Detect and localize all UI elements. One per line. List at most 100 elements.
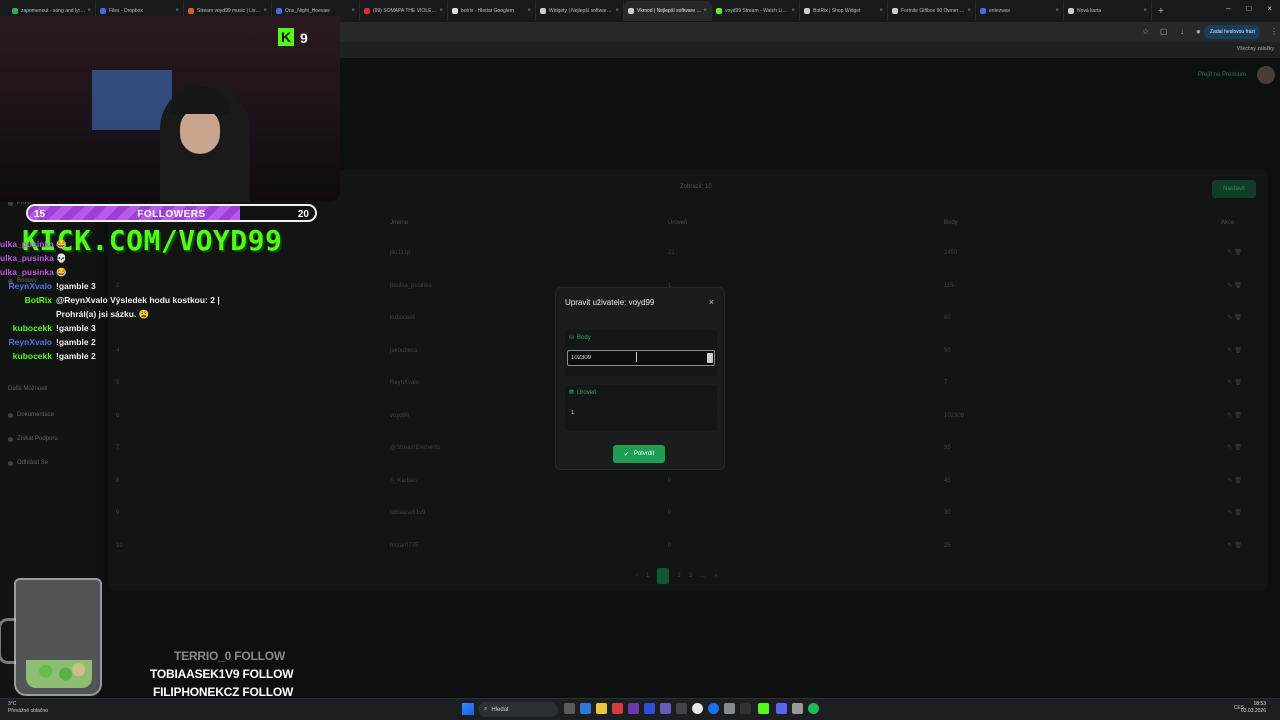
browser-tab[interactable]: BotRix | Shop Widget × bbox=[800, 1, 888, 21]
all-bookmarks-folder[interactable]: Všechny záložky bbox=[1237, 46, 1274, 52]
menu-icon[interactable]: ⋮ bbox=[1270, 27, 1278, 36]
pagination-prev[interactable]: ‹ bbox=[636, 573, 638, 579]
kick-app-icon[interactable] bbox=[758, 703, 769, 714]
tab-close-icon[interactable]: × bbox=[791, 8, 795, 14]
edit-icon[interactable]: ✎ bbox=[1227, 250, 1232, 256]
close-icon[interactable]: × bbox=[709, 297, 714, 307]
pagination-page-1[interactable]: 1 bbox=[646, 573, 649, 579]
browser-tab[interactable]: Widgety | Nejlepší software pro × bbox=[536, 1, 624, 21]
weather-widget[interactable]: 3°C Převážně oblačno bbox=[8, 701, 48, 715]
new-tab-button[interactable]: + bbox=[1158, 6, 1164, 17]
photoshop-icon[interactable] bbox=[644, 703, 655, 714]
edit-icon[interactable]: ✎ bbox=[1227, 543, 1232, 549]
edge-icon[interactable] bbox=[580, 703, 591, 714]
app-icon-2[interactable] bbox=[724, 703, 735, 714]
file-explorer-icon[interactable] bbox=[596, 703, 607, 714]
download-icon[interactable]: ↓ bbox=[1180, 27, 1184, 36]
browser-tab[interactable]: Vkmod | Nejlepší software pro × bbox=[624, 1, 712, 21]
tab-close-icon[interactable]: × bbox=[351, 8, 355, 14]
edit-icon[interactable]: ✎ bbox=[1227, 348, 1232, 354]
browser-tab[interactable]: Nová karta × bbox=[1064, 1, 1152, 21]
sidebar-item-docs[interactable]: Dokumentace bbox=[8, 412, 54, 418]
level-label: ⛃ Úroveň bbox=[569, 389, 596, 397]
tab-close-icon[interactable]: × bbox=[263, 8, 267, 14]
confirm-button[interactable]: ✔ Potvrdit bbox=[613, 445, 665, 463]
tab-close-icon[interactable]: × bbox=[87, 8, 91, 14]
points-label: ⛁ Body bbox=[569, 334, 591, 342]
tab-close-icon[interactable]: × bbox=[967, 8, 971, 14]
chat-username: kubocekk bbox=[12, 351, 52, 361]
tab-close-icon[interactable]: × bbox=[703, 8, 707, 14]
points-input[interactable] bbox=[567, 350, 715, 366]
app-icon[interactable] bbox=[676, 703, 687, 714]
extensions-icon[interactable]: ▢ bbox=[1160, 27, 1168, 36]
pagination-next[interactable]: » bbox=[714, 573, 717, 579]
clock[interactable]: 18:53 03.03.2026 bbox=[1241, 701, 1266, 715]
tab-close-icon[interactable]: × bbox=[1055, 8, 1059, 14]
close-window-icon[interactable]: × bbox=[1267, 4, 1272, 13]
go-premium-link[interactable]: Přejít na Premium bbox=[1198, 72, 1246, 78]
browser-tab[interactable]: (99) ŠOMAPA THE VIOLET - Yo × bbox=[360, 1, 448, 21]
edit-icon[interactable]: ✎ bbox=[1227, 445, 1232, 451]
opera-icon[interactable] bbox=[612, 703, 623, 714]
after-effects-icon[interactable] bbox=[660, 703, 671, 714]
delete-icon[interactable]: 🗑 bbox=[1234, 250, 1242, 256]
pagination-page-2[interactable]: 2 bbox=[677, 573, 680, 579]
chat-message: Prohrál(a) jsi sázku. 😩 bbox=[0, 309, 149, 320]
edit-icon[interactable]: ✎ bbox=[1227, 283, 1232, 289]
add-user-button[interactable]: Nastavit bbox=[1212, 180, 1256, 198]
delete-icon[interactable]: 🗑 bbox=[1234, 445, 1242, 451]
browser-tab[interactable]: entezwav × bbox=[976, 1, 1064, 21]
level-input[interactable] bbox=[567, 405, 715, 421]
delete-icon[interactable]: 🗑 bbox=[1234, 413, 1242, 419]
sidebar-item-support[interactable]: Získat Podporu bbox=[8, 436, 58, 442]
pagination-page-3[interactable]: 3 bbox=[689, 573, 692, 579]
profile-passphrase-button[interactable]: Zadat heslovou frázi bbox=[1204, 25, 1260, 39]
chrome-profile-icon[interactable] bbox=[708, 703, 719, 714]
app-icon-3[interactable] bbox=[740, 703, 751, 714]
star-icon[interactable]: ☆ bbox=[1142, 27, 1149, 36]
tab-close-icon[interactable]: × bbox=[1143, 8, 1147, 14]
app-icon-4[interactable] bbox=[792, 703, 803, 714]
premiere-icon[interactable] bbox=[628, 703, 639, 714]
windows-start-icon[interactable] bbox=[462, 703, 474, 715]
avatar[interactable] bbox=[1257, 66, 1275, 84]
delete-icon[interactable]: 🗑 bbox=[1234, 283, 1242, 289]
pagination-current[interactable] bbox=[657, 568, 670, 584]
page-size-select[interactable]: Zobrazit: 10 bbox=[680, 184, 712, 190]
edit-icon[interactable]: ✎ bbox=[1227, 315, 1232, 321]
cell-points: 102309 bbox=[944, 412, 965, 419]
edit-icon[interactable]: ✎ bbox=[1227, 478, 1232, 484]
delete-icon[interactable]: 🗑 bbox=[1234, 543, 1242, 549]
delete-icon[interactable]: 🗑 bbox=[1234, 380, 1242, 386]
maximize-icon[interactable]: □ bbox=[1246, 4, 1251, 13]
sidebar-item-more: Další Možnosti bbox=[8, 386, 47, 392]
discord-icon[interactable] bbox=[776, 703, 787, 714]
delete-icon[interactable]: 🗑 bbox=[1234, 510, 1242, 516]
edit-icon[interactable]: ✎ bbox=[1227, 380, 1232, 386]
minimize-icon[interactable]: – bbox=[1226, 4, 1230, 13]
edit-icon[interactable]: ✎ bbox=[1227, 413, 1232, 419]
tab-label: Nová karta bbox=[1077, 8, 1102, 14]
taskbar-search[interactable]: ⌕ Hledat bbox=[478, 702, 558, 717]
spotify-icon[interactable] bbox=[808, 703, 819, 714]
delete-icon[interactable]: 🗑 bbox=[1234, 348, 1242, 354]
tab-close-icon[interactable]: × bbox=[879, 8, 883, 14]
edit-icon[interactable]: ✎ bbox=[1227, 510, 1232, 516]
sidebar-item-logout[interactable]: Odhlásit Se bbox=[8, 460, 48, 466]
chrome-icon[interactable] bbox=[692, 703, 703, 714]
browser-tab[interactable]: voyd99 Stream - Watch Live o × bbox=[712, 1, 800, 21]
tab-close-icon[interactable]: × bbox=[527, 8, 531, 14]
browser-tab[interactable]: Fortnite Giftbox 60 Owner Epic × bbox=[888, 1, 976, 21]
tab-close-icon[interactable]: × bbox=[175, 8, 179, 14]
column-header-name: Jméno bbox=[390, 220, 409, 226]
tab-close-icon[interactable]: × bbox=[439, 8, 443, 14]
browser-tab[interactable]: botrix - Hledat Googlem × bbox=[448, 1, 536, 21]
delete-icon[interactable]: 🗑 bbox=[1234, 315, 1242, 321]
profile-icon[interactable]: ● bbox=[1196, 27, 1201, 36]
task-view-icon[interactable] bbox=[564, 703, 575, 714]
chat-text: @ReynXvalo Výsledek hodu kostkou: 2 | bbox=[56, 295, 220, 305]
tab-close-icon[interactable]: × bbox=[615, 8, 619, 14]
number-spinner[interactable] bbox=[707, 353, 713, 363]
delete-icon[interactable]: 🗑 bbox=[1234, 478, 1242, 484]
